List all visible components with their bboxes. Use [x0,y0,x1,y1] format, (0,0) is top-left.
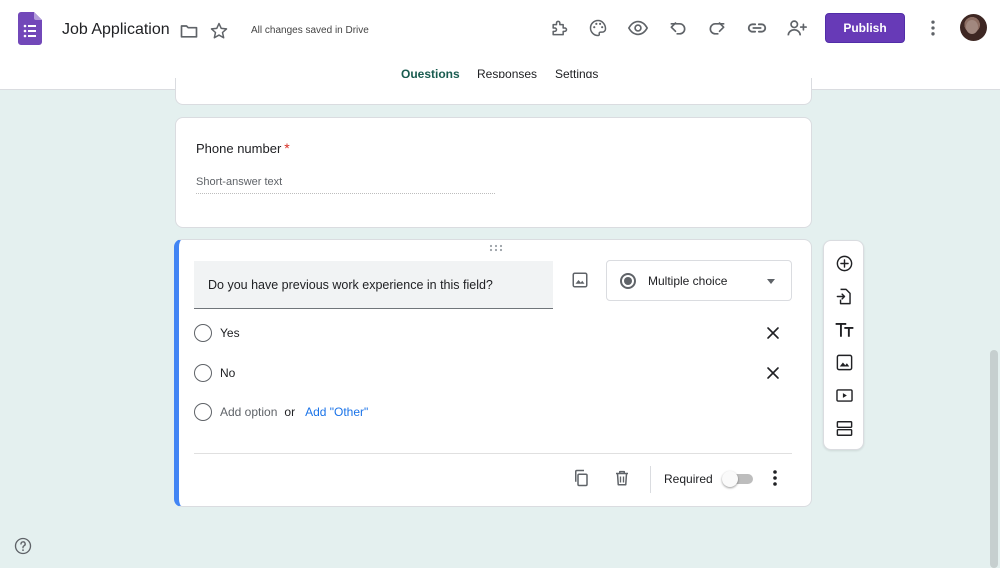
floating-toolbar [823,240,864,450]
duplicate-icon[interactable] [572,469,590,487]
dropdown-arrow-icon [767,279,775,284]
redo-icon[interactable] [705,16,729,40]
radio-icon [194,403,212,421]
form-title[interactable]: Job Application [62,21,170,39]
import-questions-icon[interactable] [835,287,854,306]
drag-handle-icon[interactable] [489,244,503,255]
add-question-icon[interactable] [835,254,854,273]
footer-separator [650,466,651,493]
question-title-text: Phone number [196,141,282,156]
required-label: Required [664,472,713,486]
option-label[interactable]: Yes [220,326,240,340]
option-row: No [194,363,235,383]
option-row: Yes [194,323,240,343]
previous-question-card[interactable] [175,78,812,105]
footer-divider [194,453,792,454]
required-toggle[interactable] [722,471,753,487]
add-image-icon[interactable] [571,271,589,289]
scrollbar[interactable] [990,350,998,568]
add-other-button[interactable]: Add "Other" [305,405,368,419]
add-video-icon[interactable] [835,386,854,405]
or-text: or [284,405,296,419]
avatar[interactable] [960,14,987,41]
required-star: * [284,140,290,156]
palette-icon[interactable] [586,16,610,40]
top-bar: Job Application All changes saved in Dri… [0,0,1000,90]
option-label[interactable]: No [220,366,235,380]
add-option-row: Add option or Add "Other" [194,402,368,422]
question-title: Phone number * [196,140,290,156]
undo-icon[interactable] [666,16,690,40]
radio-checked-icon [620,272,636,289]
forms-logo-icon[interactable] [18,12,42,45]
folder-icon[interactable] [177,19,201,43]
remove-option-icon[interactable] [765,325,781,341]
more-options-icon[interactable] [768,469,782,487]
add-collaborator-icon[interactable] [785,16,809,40]
add-image-icon[interactable] [835,353,854,372]
add-title-icon[interactable] [835,320,854,339]
help-icon[interactable] [14,537,32,555]
delete-icon[interactable] [613,469,631,487]
more-vert-icon[interactable] [921,16,945,40]
preview-eye-icon[interactable] [626,16,650,40]
save-status: All changes saved in Drive [251,25,369,36]
publish-button[interactable]: Publish [825,13,905,43]
remove-option-icon[interactable] [765,365,781,381]
question-card-phone[interactable]: Phone number * Short-answer text [175,117,812,228]
add-section-icon[interactable] [835,419,854,438]
star-icon[interactable] [207,19,231,43]
question-title-input[interactable]: Do you have previous work experience in … [194,261,553,309]
addon-puzzle-icon[interactable] [547,16,571,40]
question-type-dropdown[interactable]: Multiple choice [606,260,792,301]
add-option-button[interactable]: Add option [220,405,277,419]
link-icon[interactable] [745,16,769,40]
question-type-label: Multiple choice [648,273,728,288]
radio-icon [194,364,212,382]
question-card-active[interactable]: Do you have previous work experience in … [174,239,812,507]
radio-icon [194,324,212,342]
short-answer-placeholder: Short-answer text [196,176,495,194]
